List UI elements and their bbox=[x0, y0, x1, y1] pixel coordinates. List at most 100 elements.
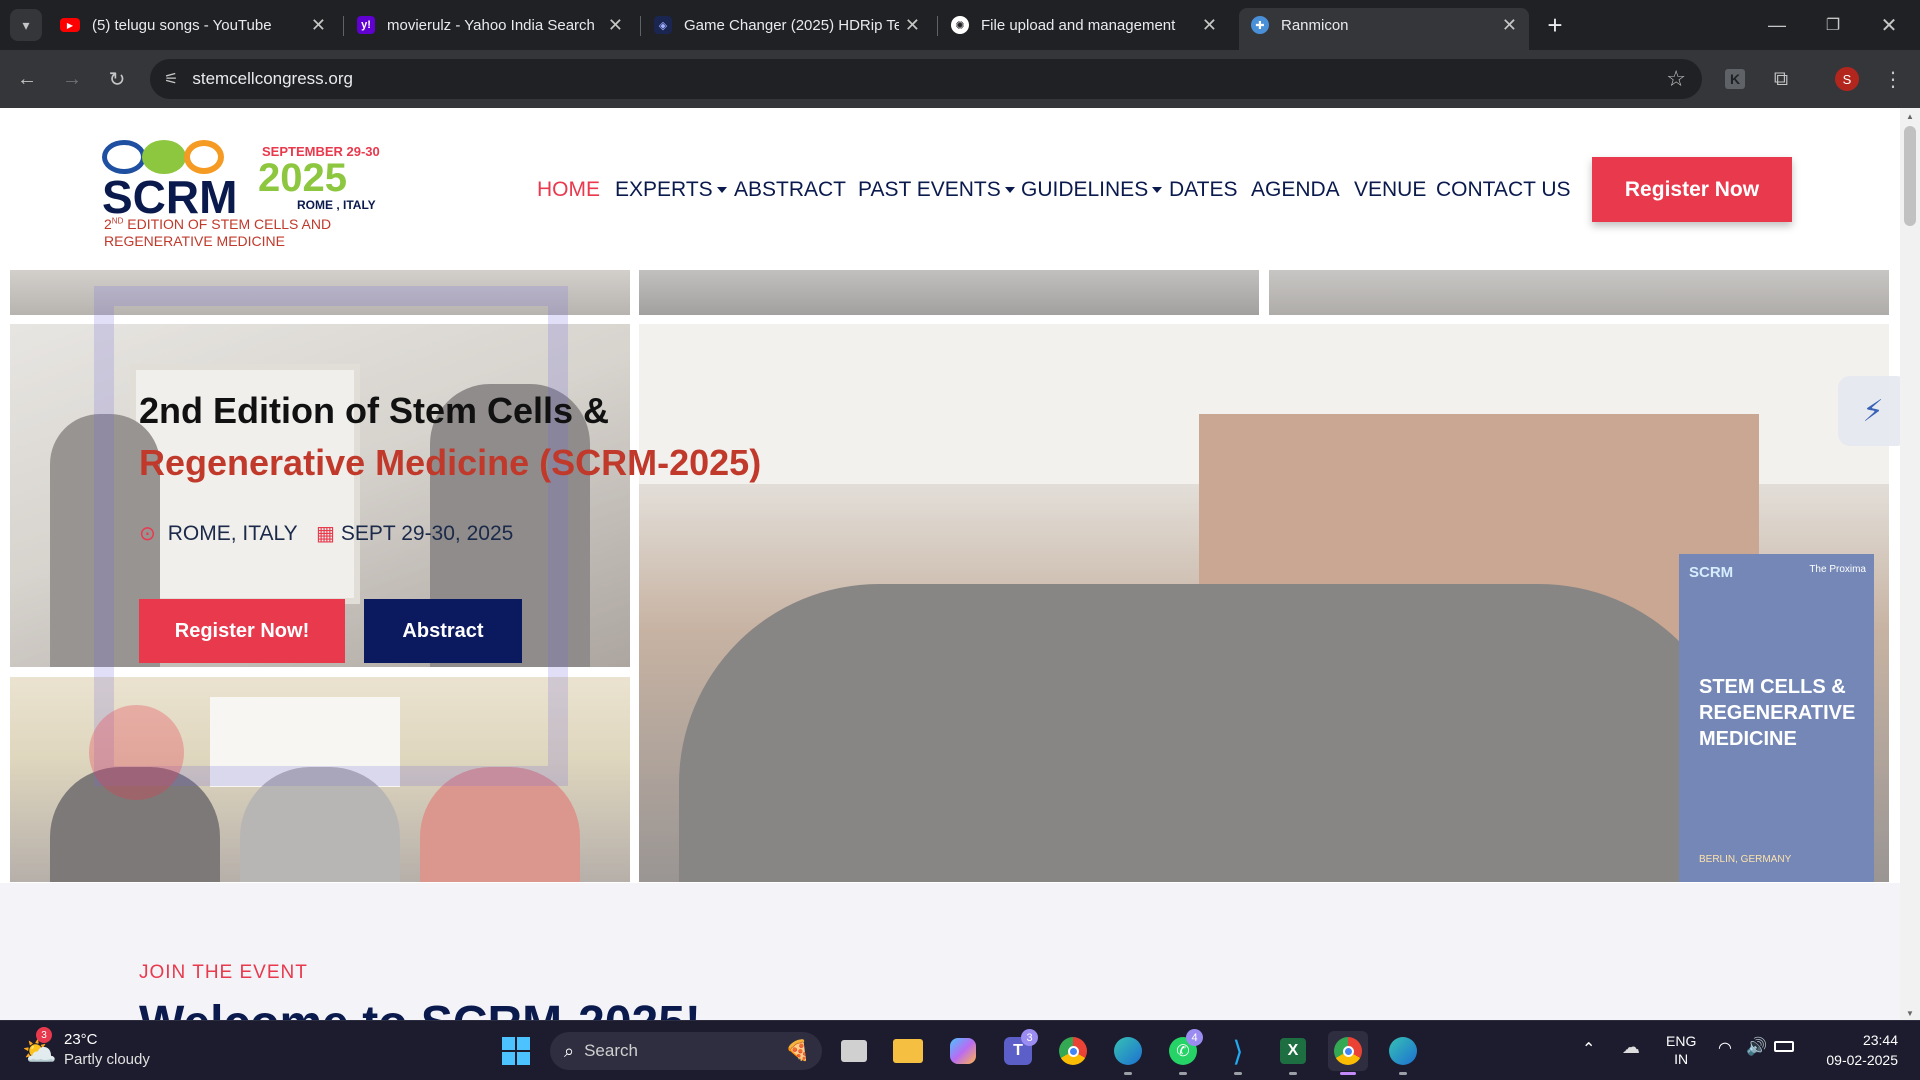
tab-search-button[interactable]: ▾ bbox=[10, 9, 42, 41]
address-bar[interactable]: ⚟ stemcellcongress.org ☆ bbox=[150, 59, 1702, 99]
chrome-icon bbox=[1059, 1037, 1087, 1065]
hero-abstract-button[interactable]: Abstract bbox=[364, 599, 522, 663]
star-icon[interactable]: ☆ bbox=[1666, 66, 1686, 92]
forward-button[interactable]: → bbox=[56, 63, 88, 95]
section-title: Welcome to SCRM-2025! bbox=[139, 996, 701, 1020]
vscode-button[interactable]: ⟩ bbox=[1218, 1031, 1258, 1075]
copilot-button[interactable] bbox=[943, 1031, 983, 1071]
hero-date: ▦ SEPT 29-30, 2025 bbox=[316, 521, 514, 546]
language-indicator[interactable]: ENG IN bbox=[1666, 1032, 1696, 1068]
start-button[interactable] bbox=[496, 1031, 536, 1071]
extensions-button[interactable]: ⧉ bbox=[1765, 63, 1797, 95]
volume-icon[interactable]: 🔊 bbox=[1746, 1037, 1767, 1057]
chrome-active-button[interactable] bbox=[1328, 1031, 1368, 1075]
section-kicker: JOIN THE EVENT bbox=[139, 962, 308, 983]
hero-title-line2: Regenerative Medicine (SCRM-2025) bbox=[139, 442, 762, 483]
task-view-icon bbox=[841, 1040, 867, 1062]
scrollbar-thumb[interactable] bbox=[1904, 126, 1916, 226]
nav-venue[interactable]: VENUE bbox=[1354, 178, 1426, 202]
restore-icon: ❐ bbox=[1825, 17, 1841, 34]
register-now-button[interactable]: Register Now bbox=[1592, 157, 1792, 222]
close-icon[interactable]: ✕ bbox=[1202, 15, 1217, 36]
whatsapp-button[interactable]: ✆ 4 bbox=[1163, 1029, 1203, 1075]
reload-button[interactable]: ↻ bbox=[101, 63, 133, 95]
windows-taskbar: ⛅ 3 23°C Partly cloudy ⌕ Search 🍕 T3 ✆ 4 … bbox=[0, 1020, 1920, 1080]
tab-title: movierulz - Yahoo India Search bbox=[387, 16, 595, 34]
youtube-icon: ▶ bbox=[60, 18, 80, 32]
edge-button[interactable] bbox=[1108, 1031, 1148, 1075]
puzzle-icon: ⧉ bbox=[1773, 67, 1789, 90]
reload-icon: ↻ bbox=[108, 68, 126, 91]
file-explorer-button[interactable] bbox=[888, 1031, 928, 1071]
pizza-icon: 🍕 bbox=[785, 1040, 810, 1062]
close-icon[interactable]: ✕ bbox=[905, 15, 920, 36]
close-icon[interactable]: ✕ bbox=[311, 15, 326, 36]
site-logo[interactable]: SCRM SEPTEMBER 29-30 2025 ROME , ITALY 2… bbox=[102, 140, 392, 250]
nav-guidelines[interactable]: GUIDELINES bbox=[1021, 178, 1163, 202]
nav-abstract[interactable]: ABSTRACT bbox=[734, 178, 846, 202]
nav-experts[interactable]: EXPERTS bbox=[615, 178, 727, 202]
decorative-circle bbox=[89, 705, 184, 800]
close-icon[interactable]: ✕ bbox=[608, 15, 623, 36]
teams-button[interactable]: T3 bbox=[998, 1029, 1038, 1071]
profile-button[interactable]: S bbox=[1831, 63, 1863, 95]
search-placeholder: Search bbox=[584, 1041, 638, 1060]
nav-dates[interactable]: DATES bbox=[1169, 178, 1237, 202]
close-window-button[interactable]: ✕ bbox=[1873, 9, 1905, 41]
web-page: SCRM The Proxima STEM CELLS & REGENERATI… bbox=[0, 108, 1900, 1020]
taskbar-search[interactable]: ⌕ Search 🍕 bbox=[550, 1032, 822, 1070]
battery-icon[interactable] bbox=[1774, 1041, 1794, 1052]
clock[interactable]: 23:44 09-02-2025 bbox=[1810, 1031, 1898, 1070]
tab-file-upload[interactable]: ✺ File upload and management ✕ bbox=[939, 8, 1229, 42]
nav-home[interactable]: HOME bbox=[537, 178, 600, 202]
task-view-button[interactable] bbox=[834, 1031, 874, 1071]
nav-contact-us[interactable]: CONTACT US bbox=[1436, 178, 1571, 202]
tab-title: Ranmicon bbox=[1281, 16, 1349, 34]
onedrive-icon[interactable]: ☁ bbox=[1622, 1037, 1640, 1058]
tab-title: (5) telugu songs - YouTube bbox=[92, 16, 272, 34]
chrome-button[interactable] bbox=[1053, 1031, 1093, 1071]
tab-yahoo[interactable]: y! movierulz - Yahoo India Search ✕ bbox=[345, 8, 635, 42]
back-button[interactable]: ← bbox=[11, 63, 43, 95]
tab-ranmicon[interactable]: ✚ Ranmicon ✕ bbox=[1239, 8, 1529, 50]
tab-game-changer[interactable]: ◈ Game Changer (2025) HDRip Te ✕ bbox=[642, 8, 932, 42]
folder-icon bbox=[893, 1039, 923, 1063]
logo-year: 2025 bbox=[258, 156, 347, 200]
close-icon[interactable]: ✕ bbox=[1502, 15, 1517, 36]
nav-agenda[interactable]: AGENDA bbox=[1251, 178, 1340, 202]
show-hidden-icons[interactable]: ⌃ bbox=[1582, 1039, 1595, 1059]
excel-button[interactable]: X bbox=[1273, 1031, 1313, 1075]
avatar: S bbox=[1835, 67, 1859, 91]
hero-photo bbox=[639, 270, 1259, 315]
chat-widget-icon[interactable]: ⚡ bbox=[1838, 376, 1900, 446]
page-scrollbar[interactable]: ▲ ▼ bbox=[1900, 108, 1920, 1020]
caret-down-icon bbox=[1004, 187, 1015, 194]
chatgpt-icon: ✺ bbox=[951, 16, 969, 34]
url-text[interactable]: stemcellcongress.org bbox=[192, 69, 353, 89]
minimize-icon: — bbox=[1768, 14, 1786, 35]
edge-profile-button[interactable] bbox=[1383, 1031, 1423, 1075]
chevron-down-icon: ▾ bbox=[22, 16, 30, 33]
hero-location: ⊙ ROME, ITALY bbox=[139, 521, 298, 546]
tab-youtube[interactable]: ▶ (5) telugu songs - YouTube ✕ bbox=[48, 8, 338, 42]
minimize-button[interactable]: — bbox=[1761, 9, 1793, 41]
extension-k-button[interactable]: K bbox=[1719, 63, 1751, 95]
site-info-icon[interactable]: ⚟ bbox=[164, 69, 178, 89]
hero-title-line1: 2nd Edition of Stem Cells & bbox=[139, 390, 610, 431]
nav-past-events[interactable]: PAST EVENTS bbox=[858, 178, 1015, 202]
hero-register-button[interactable]: Register Now! bbox=[139, 599, 345, 663]
weather-desc: Partly cloudy bbox=[64, 1051, 150, 1068]
logo-location: ROME , ITALY bbox=[297, 198, 376, 212]
yahoo-icon: y! bbox=[357, 16, 375, 34]
wifi-icon[interactable]: ◠ bbox=[1718, 1038, 1732, 1058]
new-tab-button[interactable]: + bbox=[1539, 9, 1571, 41]
logo-tagline-2: REGENERATIVE MEDICINE bbox=[104, 233, 285, 249]
browser-toolbar: ← → ↻ ⚟ stemcellcongress.org ☆ K ⧉ S ⋮ bbox=[0, 50, 1920, 108]
calendar-icon: ▦ bbox=[316, 523, 335, 545]
restore-button[interactable]: ❐ bbox=[1817, 9, 1849, 41]
copilot-icon bbox=[950, 1038, 976, 1064]
k-extension-icon: K bbox=[1725, 69, 1745, 89]
weather-widget[interactable]: ⛅ 3 bbox=[22, 1027, 57, 1067]
tab-title: Game Changer (2025) HDRip Te bbox=[684, 16, 899, 34]
menu-button[interactable]: ⋮ bbox=[1877, 63, 1909, 95]
